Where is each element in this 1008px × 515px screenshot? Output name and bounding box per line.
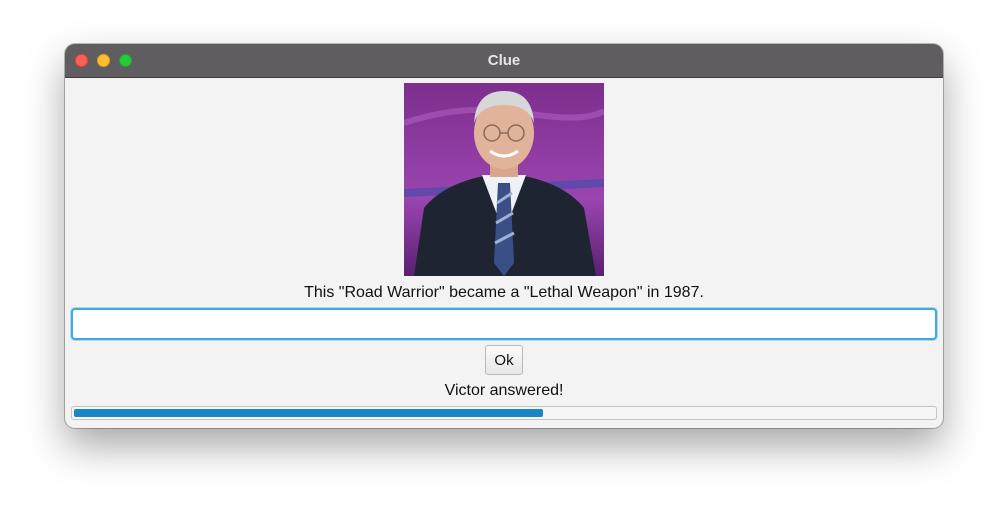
ok-button[interactable]: Ok <box>485 345 523 375</box>
title-bar[interactable]: Clue <box>65 44 943 78</box>
clue-text: This "Road Warrior" became a "Lethal Wea… <box>304 284 704 301</box>
answer-input[interactable] <box>71 308 937 340</box>
window-title: Clue <box>487 52 521 69</box>
clue-window: Clue This "Road Warrior" became a "Letha… <box>65 44 943 428</box>
host-photo <box>404 83 604 276</box>
status-text: Victor answered! <box>444 382 564 399</box>
progress-fill <box>74 409 543 417</box>
timer-progress-bar <box>71 406 937 420</box>
